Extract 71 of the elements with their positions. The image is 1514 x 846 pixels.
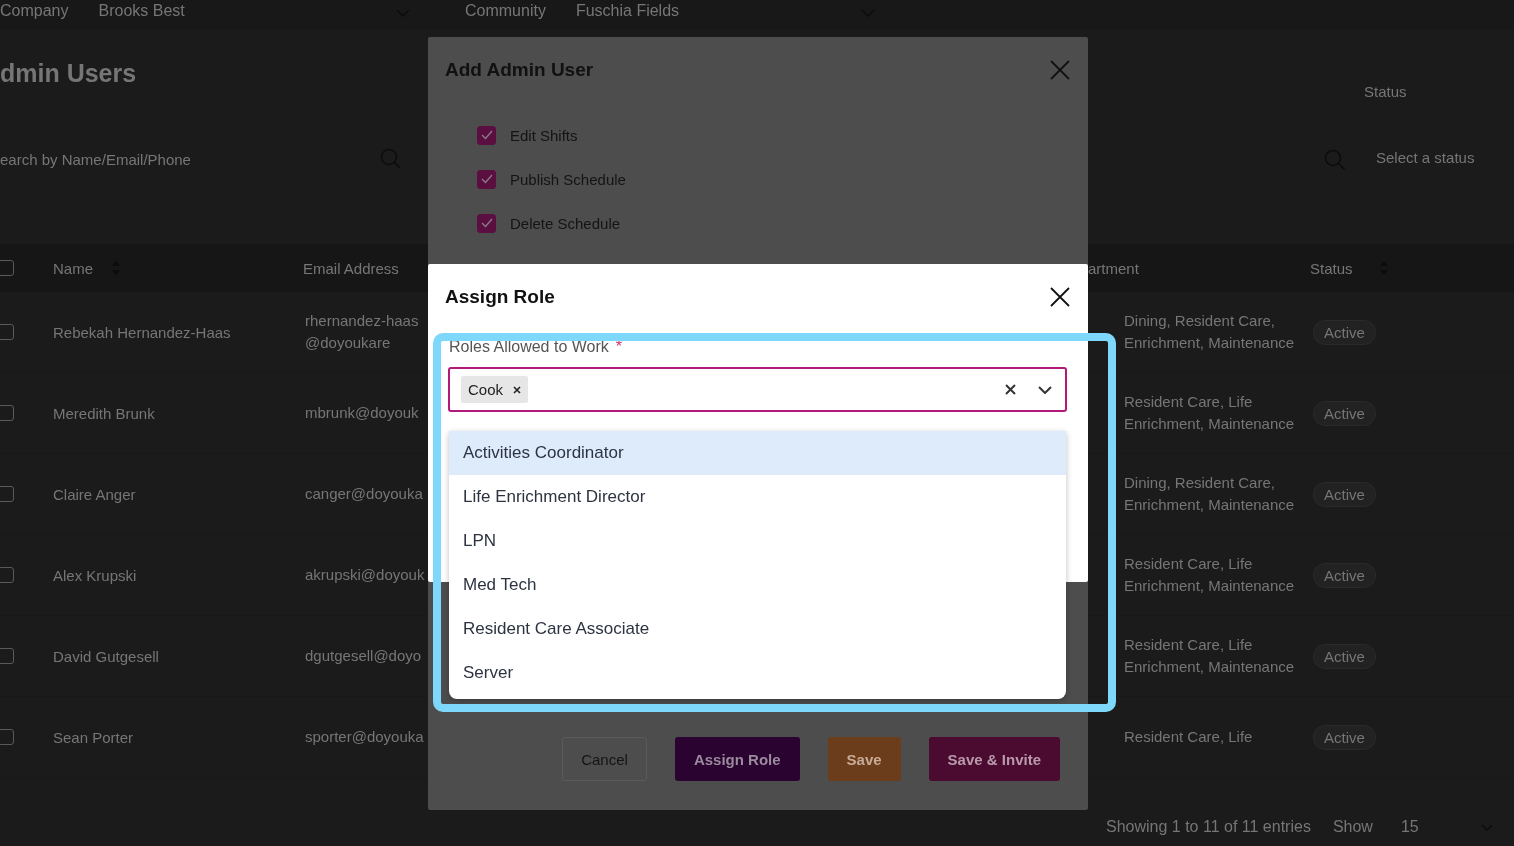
table-cell-text: Resident Care, Life Enrichment, Maintenance bbox=[1124, 554, 1296, 596]
role-option[interactable]: Med Tech bbox=[449, 563, 1066, 607]
filter-label: Company bbox=[0, 2, 69, 20]
permission-label: Edit Shifts bbox=[510, 126, 578, 144]
table-cell-text: Meredith Brunk bbox=[53, 404, 156, 422]
table-cell-text: canger@doyouka bbox=[305, 484, 424, 504]
table-cell-text: Resident Care, Life Enrichment, Maintenance bbox=[1124, 635, 1296, 677]
row-checkbox[interactable] bbox=[0, 648, 14, 664]
role-option[interactable]: Resident Care Associate bbox=[449, 607, 1066, 651]
status-badge: Active bbox=[1313, 724, 1376, 750]
permission-label: Publish Schedule bbox=[510, 170, 626, 188]
clear-icon[interactable] bbox=[1005, 384, 1016, 395]
table-cell-text: Sean Porter bbox=[53, 728, 135, 746]
dialog-title: Add Admin User bbox=[445, 59, 594, 81]
row-checkbox[interactable] bbox=[0, 567, 14, 583]
table-cell-text: Dining, Resident Care, Enrichment, Maintenance bbox=[1124, 311, 1296, 353]
row-checkbox[interactable] bbox=[0, 405, 14, 421]
dialog-title: Assign Role bbox=[445, 286, 555, 308]
table-cell-text: David Gutgesell bbox=[53, 647, 160, 665]
filter-label: Community bbox=[465, 2, 546, 20]
table-cell-text: akrupski@doyouk bbox=[305, 565, 426, 585]
table-cell-text: sporter@doyouka bbox=[305, 727, 425, 747]
table-cell-text: rhernandez-haas@doyoukare bbox=[305, 311, 420, 353]
permission-label: Delete Schedule bbox=[510, 214, 621, 232]
row-checkbox[interactable] bbox=[0, 324, 14, 340]
table-cell-text: Resident Care, Life bbox=[1124, 727, 1254, 747]
remove-icon[interactable] bbox=[513, 385, 522, 394]
permission-checkbox[interactable] bbox=[477, 169, 496, 189]
permission-checkbox[interactable] bbox=[477, 213, 496, 233]
dialog-button[interactable]: Save & Invite bbox=[928, 737, 1060, 781]
page-title: dmin Users bbox=[0, 59, 137, 89]
checkmark-icon bbox=[480, 130, 493, 140]
row-checkbox[interactable] bbox=[0, 486, 14, 502]
permission-checkbox[interactable] bbox=[477, 125, 496, 145]
close-icon[interactable] bbox=[1050, 287, 1070, 307]
status-badge: Active bbox=[1313, 562, 1376, 588]
table-cell-text: Claire Anger bbox=[53, 485, 137, 503]
table-cell-text: Dining, Resident Care, Enrichment, Maintenance bbox=[1124, 473, 1296, 515]
table-cell-text: Resident Care, Life Enrichment, Maintenance bbox=[1124, 392, 1296, 434]
checkmark-icon bbox=[480, 218, 493, 228]
chip-label: Cook bbox=[468, 381, 504, 398]
dialog-button[interactable]: Assign Role bbox=[674, 737, 800, 781]
table-cell-text: mbrunk@doyouk bbox=[305, 403, 420, 423]
search-field[interactable]: earch by Name/Email/Phone bbox=[0, 144, 380, 174]
filter-dropdown[interactable]: Fuschia Fields bbox=[575, 2, 831, 20]
table-cell-text: Alex Krupski bbox=[53, 566, 138, 584]
table-cell-text: dgutgesell@doyo bbox=[305, 646, 423, 666]
column-header[interactable]: artment bbox=[1088, 259, 1208, 277]
entries-summary: Showing 1 to 11 of 11 entries bbox=[1106, 818, 1311, 836]
select-all-checkbox[interactable] bbox=[0, 260, 14, 276]
column-header[interactable]: Status bbox=[1310, 259, 1353, 277]
filter-dropdown[interactable]: Brooks Best bbox=[98, 2, 366, 20]
role-option[interactable]: Activities Coordinator bbox=[449, 431, 1066, 475]
status-badge: Active bbox=[1313, 643, 1376, 669]
page-size-select[interactable]: 15 bbox=[1394, 812, 1501, 842]
role-option[interactable]: Server bbox=[449, 651, 1066, 695]
roles-select[interactable]: Cook bbox=[448, 367, 1067, 412]
status-badge: Active bbox=[1313, 319, 1376, 345]
filter-label: Status bbox=[1364, 83, 1407, 100]
status-badge: Active bbox=[1313, 481, 1376, 507]
status-select[interactable]: Select a status bbox=[1376, 142, 1514, 172]
column-header[interactable]: Name bbox=[53, 259, 105, 277]
status-badge: Active bbox=[1313, 400, 1376, 426]
role-option[interactable]: Life Enrichment Director bbox=[449, 475, 1066, 519]
table-cell-text: Rebekah Hernandez-Haas bbox=[53, 323, 232, 341]
checkmark-icon bbox=[480, 174, 493, 184]
show-label: Show bbox=[1332, 818, 1373, 836]
row-checkbox[interactable] bbox=[0, 729, 14, 745]
chevron-icon[interactable] bbox=[1038, 385, 1052, 394]
dialog-button[interactable]: Save bbox=[827, 737, 901, 781]
role-option[interactable]: LPN bbox=[449, 519, 1066, 563]
